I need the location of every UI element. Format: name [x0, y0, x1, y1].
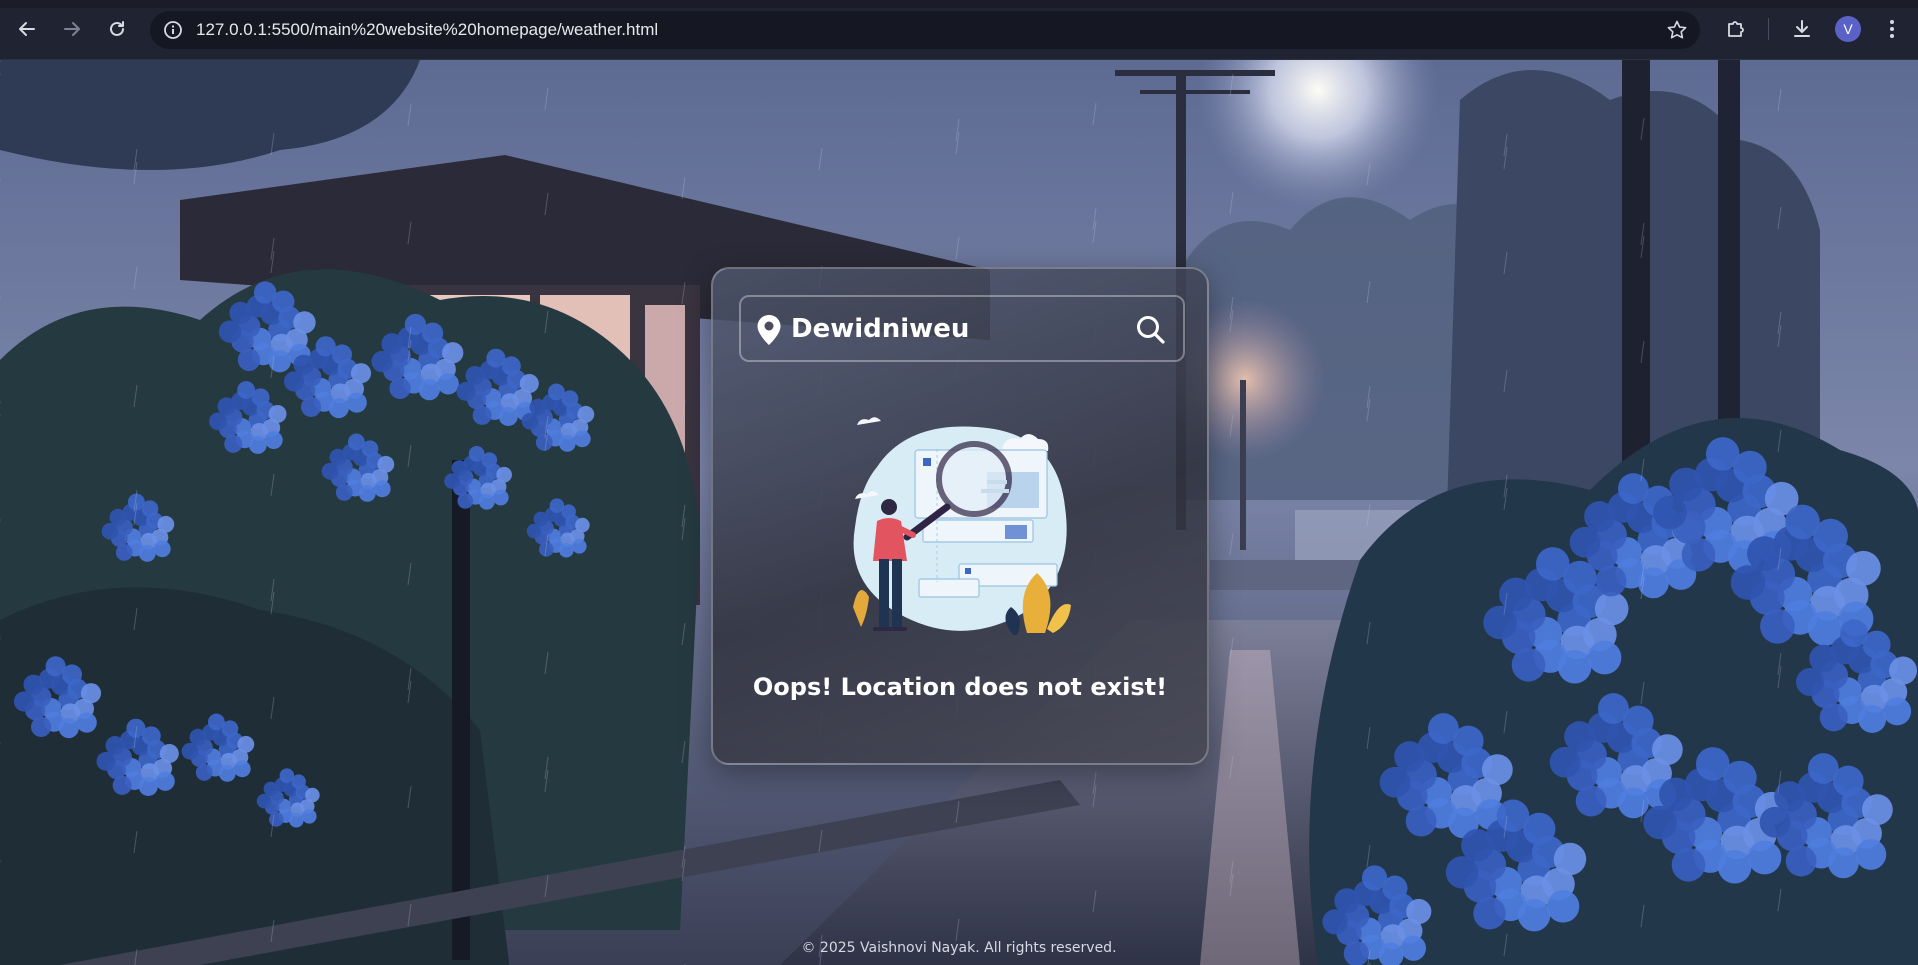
forward-button[interactable] [57, 14, 87, 44]
back-button[interactable] [12, 14, 42, 44]
bookmark-star-icon[interactable] [1666, 19, 1688, 41]
url-text[interactable]: 127.0.0.1:5500/main%20website%20homepage… [196, 11, 658, 49]
reload-icon [110, 21, 124, 36]
forward-icon [64, 22, 80, 36]
footer-copyright: © 2025 Vaishnovi Nayak. All rights reser… [801, 940, 1117, 956]
extensions-button[interactable] [1722, 15, 1750, 43]
not-found-illustration [853, 417, 1071, 635]
weather-card: Oops! Location does not exist! [711, 267, 1209, 765]
profile-avatar[interactable]: V [1835, 16, 1861, 42]
address-bar[interactable]: 127.0.0.1:5500/main%20website%20homepage… [150, 11, 1700, 49]
location-input[interactable] [791, 307, 1121, 351]
browser-menu-button[interactable] [1878, 15, 1906, 43]
tab-strip [0, 0, 1918, 8]
site-info-icon[interactable] [162, 19, 184, 41]
search-icon[interactable] [1135, 314, 1167, 346]
back-icon [19, 22, 35, 36]
location-pin-icon [757, 315, 781, 345]
download-icon [1794, 20, 1810, 37]
reload-button[interactable] [102, 14, 132, 44]
extensions-icon [1728, 21, 1744, 37]
search-box [739, 295, 1185, 362]
toolbar-divider [1768, 18, 1769, 40]
download-button[interactable] [1788, 15, 1816, 43]
menu-dots-icon [1890, 20, 1894, 38]
browser-toolbar: 127.0.0.1:5500/main%20website%20homepage… [0, 0, 1918, 60]
error-message: Oops! Location does not exist! [752, 673, 1168, 701]
